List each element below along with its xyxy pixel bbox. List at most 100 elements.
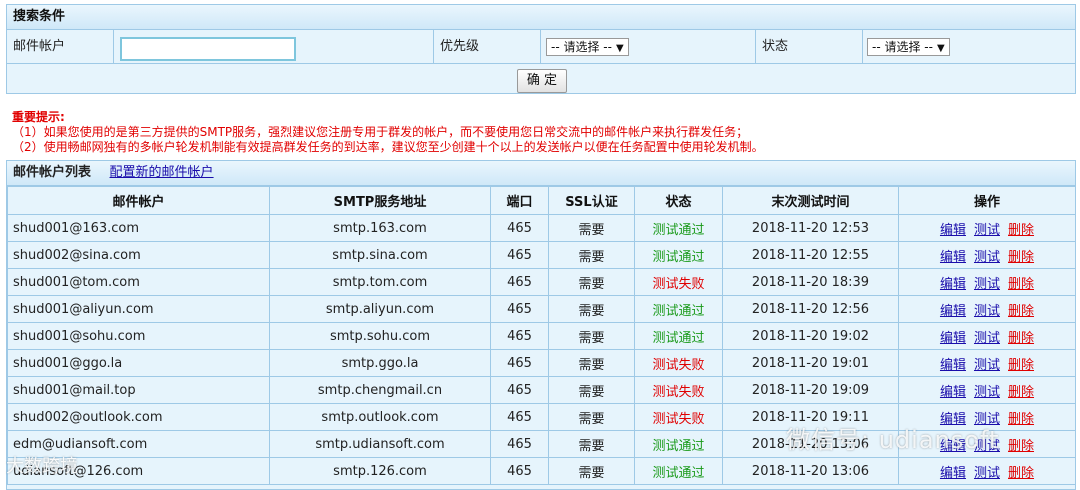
- actions-cell: 编辑 测试 删除: [898, 322, 1076, 350]
- edit-link[interactable]: 编辑: [940, 223, 966, 238]
- test-link[interactable]: 测试: [974, 223, 1000, 238]
- delete-link[interactable]: 删除: [1008, 412, 1034, 427]
- port-cell: 465: [490, 214, 549, 242]
- col-account: 邮件帐户: [7, 186, 270, 215]
- edit-link[interactable]: 编辑: [940, 385, 966, 400]
- account-cell: shud001@sohu.com: [7, 322, 270, 350]
- delete-link[interactable]: 删除: [1008, 277, 1034, 292]
- ssl-cell: 需要: [548, 430, 635, 458]
- smtp-cell: smtp.sohu.com: [269, 322, 491, 350]
- account-cell: shud002@outlook.com: [7, 403, 270, 431]
- table-row: shud001@ggo.la smtp.ggo.la 465 需要 测试失败 2018-1…: [7, 349, 1076, 377]
- edit-link[interactable]: 编辑: [940, 277, 966, 292]
- col-smtp: SMTP服务地址: [269, 186, 491, 215]
- last-test-cell: 2018-11-20 12:55: [722, 241, 899, 269]
- add-account-link[interactable]: 配置新的邮件帐户: [110, 165, 214, 180]
- delete-link[interactable]: 删除: [1008, 358, 1034, 373]
- status-cell: 测试失败: [634, 268, 723, 296]
- status-cell: 测试通过: [634, 214, 723, 242]
- search-panel-title: 搜索条件: [7, 5, 1075, 30]
- ssl-cell: 需要: [548, 376, 635, 404]
- test-link[interactable]: 测试: [974, 250, 1000, 265]
- edit-link[interactable]: 编辑: [940, 304, 966, 319]
- test-link[interactable]: 测试: [974, 331, 1000, 346]
- port-cell: 465: [490, 322, 549, 350]
- col-port: 端口: [490, 186, 549, 215]
- actions-cell: 编辑 测试 删除: [898, 241, 1076, 269]
- test-link[interactable]: 测试: [974, 466, 1000, 481]
- status-select[interactable]: -- 请选择 -- ▼: [867, 38, 950, 56]
- ssl-cell: 需要: [548, 295, 635, 323]
- delete-link[interactable]: 删除: [1008, 331, 1034, 346]
- col-status: 状态: [634, 186, 723, 215]
- priority-label: 优先级: [434, 30, 541, 63]
- last-test-cell: 2018-11-20 18:39: [722, 268, 899, 296]
- port-cell: 465: [490, 268, 549, 296]
- last-test-cell: 2018-11-20 12:56: [722, 295, 899, 323]
- status-cell: 测试失败: [634, 376, 723, 404]
- search-row: 邮件帐户 优先级 状态 -- 请选择 -- ▼ -- 请选择 -- ▼: [7, 30, 1075, 64]
- actions-cell: 编辑 测试 删除: [898, 376, 1076, 404]
- edit-link[interactable]: 编辑: [940, 331, 966, 346]
- test-link[interactable]: 测试: [974, 304, 1000, 319]
- table-row: shud001@sohu.com smtp.sohu.com 465 需要 测试通过 20…: [7, 322, 1076, 350]
- actions-cell: 编辑 测试 删除: [898, 214, 1076, 242]
- port-cell: 465: [490, 457, 549, 485]
- table-row: shud001@mail.top smtp.chengmail.cn 465 需要 测试…: [7, 376, 1076, 404]
- list-title: 邮件帐户列表: [13, 165, 92, 180]
- ssl-cell: 需要: [548, 241, 635, 269]
- status-cell: 测试通过: [634, 295, 723, 323]
- status-cell: 测试通过: [634, 322, 723, 350]
- smtp-cell: smtp.aliyun.com: [269, 295, 491, 323]
- ssl-cell: 需要: [548, 214, 635, 242]
- delete-link[interactable]: 删除: [1008, 385, 1034, 400]
- confirm-button[interactable]: 确 定: [517, 69, 567, 93]
- edit-link[interactable]: 编辑: [940, 466, 966, 481]
- table-row: shud001@tom.com smtp.tom.com 465 需要 测试失败 2018…: [7, 268, 1076, 296]
- account-search-input[interactable]: [120, 37, 296, 61]
- delete-link[interactable]: 删除: [1008, 223, 1034, 238]
- col-ssl: SSL认证: [548, 186, 635, 215]
- port-cell: 465: [490, 241, 549, 269]
- delete-link[interactable]: 删除: [1008, 250, 1034, 265]
- last-test-cell: 2018-11-20 13:06: [722, 457, 899, 485]
- list-header: 邮件帐户列表 配置新的邮件帐户: [7, 161, 1075, 186]
- edit-link[interactable]: 编辑: [940, 358, 966, 373]
- status-selected: -- 请选择 --: [872, 40, 933, 54]
- port-cell: 465: [490, 295, 549, 323]
- last-test-cell: 2018-11-20 12:53: [722, 214, 899, 242]
- test-link[interactable]: 测试: [974, 385, 1000, 400]
- ssl-cell: 需要: [548, 322, 635, 350]
- tips-line-1: （1）如果您使用的是第三方提供的SMTP服务，强烈建议您注册专用于群发的帐户，而…: [12, 125, 749, 139]
- port-cell: 465: [490, 376, 549, 404]
- col-last-test: 末次测试时间: [722, 186, 899, 215]
- ssl-cell: 需要: [548, 349, 635, 377]
- port-cell: 465: [490, 430, 549, 458]
- status-cell: 测试失败: [634, 403, 723, 431]
- wechat-watermark: 微信号: udiansoft: [786, 426, 1000, 454]
- actions-cell: 编辑 测试 删除: [898, 457, 1076, 485]
- status-cell: 测试失败: [634, 349, 723, 377]
- test-link[interactable]: 测试: [974, 277, 1000, 292]
- ssl-cell: 需要: [548, 403, 635, 431]
- table-row: shud002@sina.com smtp.sina.com 465 需要 测试通过 20…: [7, 241, 1076, 269]
- account-cell: shud001@aliyun.com: [7, 295, 270, 323]
- priority-select[interactable]: -- 请选择 -- ▼: [546, 38, 629, 56]
- ssl-cell: 需要: [548, 268, 635, 296]
- actions-cell: 编辑 测试 删除: [898, 268, 1076, 296]
- account-label: 邮件帐户: [7, 30, 114, 63]
- last-test-cell: 2018-11-20 19:01: [722, 349, 899, 377]
- account-cell: shud001@tom.com: [7, 268, 270, 296]
- dropdown-arrow-icon: ▼: [615, 43, 624, 54]
- edit-link[interactable]: 编辑: [940, 250, 966, 265]
- last-test-cell: 2018-11-20 19:09: [722, 376, 899, 404]
- delete-link[interactable]: 删除: [1008, 304, 1034, 319]
- status-label: 状态: [756, 30, 863, 63]
- delete-link[interactable]: 删除: [1008, 439, 1034, 454]
- brand-watermark: 大数跨境: [6, 456, 78, 477]
- smtp-cell: smtp.163.com: [269, 214, 491, 242]
- table-row: shud001@163.com smtp.163.com 465 需要 测试通过 2018…: [7, 214, 1076, 242]
- ssl-cell: 需要: [548, 457, 635, 485]
- test-link[interactable]: 测试: [974, 358, 1000, 373]
- delete-link[interactable]: 删除: [1008, 466, 1034, 481]
